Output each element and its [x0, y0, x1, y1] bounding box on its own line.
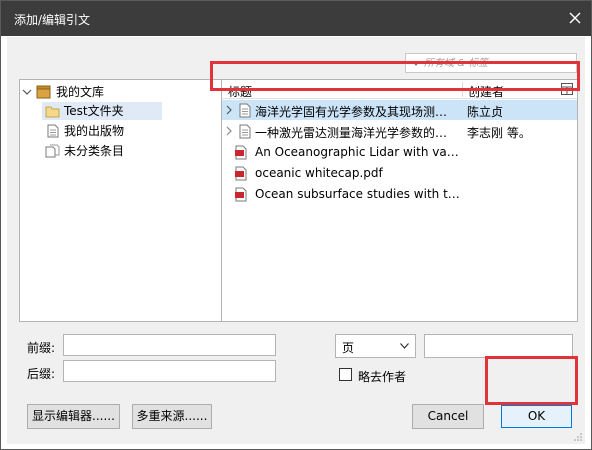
- document-icon: [239, 124, 251, 139]
- resize-grip-icon[interactable]: [573, 432, 583, 442]
- row-title: 海洋光学固有光学参数及其现场测量...: [255, 105, 457, 119]
- column-header-title[interactable]: 标题: [228, 83, 252, 100]
- column-separator[interactable]: [462, 82, 463, 97]
- tree-item-my-publications[interactable]: 我的出版物: [42, 122, 192, 140]
- column-header-creator[interactable]: 创建者: [468, 83, 504, 100]
- row-title: 一种激光雷达测量海洋光学参数的新...: [255, 126, 457, 140]
- chevron-right-icon[interactable]: [225, 126, 233, 136]
- items-list: 标题 创建者 海洋光学固有光学参数及其现场测量... 陈立贞 一种激光雷达测量海…: [221, 79, 578, 322]
- chevron-right-icon[interactable]: [225, 105, 233, 115]
- folder-icon: [45, 106, 60, 118]
- show-editor-button[interactable]: 显示编辑器......: [27, 404, 120, 429]
- window-title: 添加/编辑引文: [14, 13, 91, 27]
- cancel-button[interactable]: Cancel: [412, 404, 484, 429]
- tree-item-unfiled[interactable]: 未分类条目: [42, 142, 192, 160]
- tree-item-label: 我的出版物: [64, 124, 125, 138]
- locator-type-value: 页: [342, 341, 355, 355]
- pdf-icon: [235, 187, 247, 202]
- list-row[interactable]: 海洋光学固有光学参数及其现场测量... 陈立贞: [222, 100, 577, 120]
- dialog-body: 我的文库 Test文件夹 我的出版物: [7, 37, 585, 444]
- search-box[interactable]: [405, 53, 577, 73]
- tree-item-test-folder[interactable]: Test文件夹: [42, 102, 162, 120]
- suppress-author-label: 略去作者: [358, 370, 407, 384]
- document-icon: [47, 124, 59, 138]
- column-picker-icon[interactable]: [561, 83, 573, 95]
- row-creator: 陈立贞: [467, 105, 504, 119]
- tree-item-label: 未分类条目: [64, 144, 125, 158]
- list-row[interactable]: 一种激光雷达测量海洋光学参数的新... 李志刚 等。: [222, 121, 577, 141]
- tree-item-label: 我的文库: [56, 85, 105, 99]
- suffix-label: 后缀:: [27, 367, 56, 381]
- close-icon: [569, 12, 581, 24]
- close-button[interactable]: [563, 7, 587, 29]
- pdf-icon: [235, 145, 247, 160]
- tree-item-label: Test文件夹: [64, 104, 124, 118]
- tree-item-my-library[interactable]: 我的文库: [22, 83, 212, 101]
- row-creator: 李志刚 等。: [467, 126, 531, 140]
- list-row[interactable]: oceanic whitecap.pdf: [222, 163, 577, 183]
- search-dropdown-icon[interactable]: [412, 59, 420, 67]
- ok-button[interactable]: OK: [501, 405, 572, 428]
- suppress-author-checkbox[interactable]: [339, 368, 352, 381]
- locator-type-select[interactable]: 页: [335, 334, 416, 358]
- prefix-input[interactable]: [63, 334, 276, 356]
- search-input[interactable]: [424, 55, 574, 71]
- add-edit-citation-dialog: 添加/编辑引文 我的: [0, 0, 592, 450]
- multiple-sources-button[interactable]: 多重来源......: [132, 404, 212, 429]
- row-title: Ocean subsurface studies with the...: [255, 187, 460, 201]
- row-title: An Oceanographic Lidar with vari...: [255, 145, 460, 159]
- prefix-label: 前缀:: [27, 341, 56, 355]
- list-row[interactable]: Ocean subsurface studies with the...: [222, 184, 577, 204]
- library-icon: [36, 85, 51, 99]
- chevron-down-icon[interactable]: [22, 87, 32, 97]
- list-header: 标题 创建者: [222, 80, 577, 99]
- suffix-input[interactable]: [63, 360, 276, 382]
- locator-input[interactable]: [424, 334, 573, 358]
- unfiled-items-icon: [45, 144, 60, 158]
- chevron-down-icon: [400, 343, 409, 349]
- document-icon: [239, 103, 251, 118]
- pdf-icon: [235, 166, 247, 181]
- title-bar: 添加/编辑引文: [1, 1, 591, 36]
- list-row[interactable]: An Oceanographic Lidar with vari...: [222, 142, 577, 162]
- library-tree: 我的文库 Test文件夹 我的出版物 未分类条目: [19, 79, 222, 322]
- row-title: oceanic whitecap.pdf: [255, 166, 383, 180]
